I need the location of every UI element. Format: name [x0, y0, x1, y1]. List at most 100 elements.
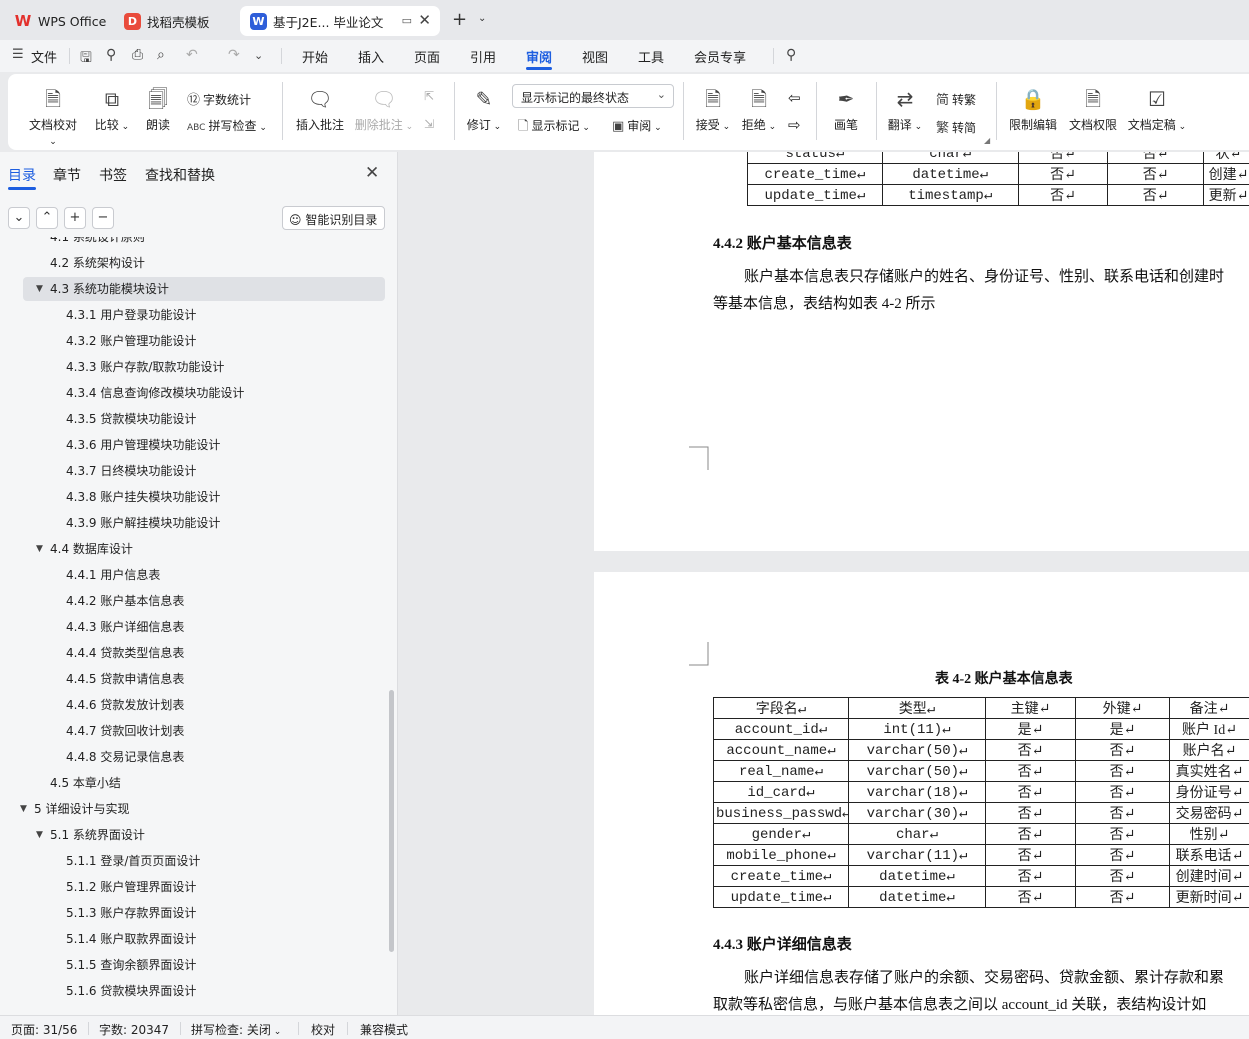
read-aloud-label: 朗读: [145, 118, 170, 132]
doc-check-label: 文档校对: [28, 118, 77, 132]
print-icon[interactable]: ⎙: [132, 47, 143, 63]
menu-tools[interactable]: 工具: [638, 47, 664, 66]
new-tab-icon[interactable]: +: [452, 9, 467, 30]
table-cell: 备注↵: [1169, 697, 1249, 719]
expand-arrow-icon[interactable]: ▼: [36, 537, 43, 561]
toc-item-label: 5.1.4 账户取款界面设计: [66, 932, 197, 946]
show-markup-icon: 🗋: [518, 119, 529, 134]
table-cell: varchar(30)↵: [848, 802, 986, 824]
menu-view[interactable]: 视图: [582, 47, 608, 66]
word-count-button[interactable]: ⑫ 字数统计: [187, 89, 251, 108]
doc-check-button[interactable]: 🗎 文档校对 ⌄: [24, 84, 82, 147]
show-markup-button[interactable]: 🗋 显示标记 ⌄: [518, 117, 590, 139]
remove-heading-button[interactable]: −: [92, 207, 114, 229]
account-basic-info-table: 字段名↵ 类型↵ 主键↵ 外键↵ 备注↵ account_id↵ int(11)↵ 是↵ 是↵ 账…: [713, 697, 1249, 908]
pen-button[interactable]: ✒ 画笔: [828, 84, 864, 133]
insert-comment-button[interactable]: 🗨 插入批注: [294, 84, 346, 133]
collapse-all-button[interactable]: ⌄: [8, 207, 30, 229]
toc-item-label: 4.4.5 贷款申请信息表: [66, 672, 185, 686]
nav-tab-bookmarks[interactable]: 书签: [99, 165, 127, 185]
window-restore-icon[interactable]: ▭: [402, 14, 412, 27]
divider: [282, 82, 283, 140]
document-page: status↵ char↵ 否↵ 否↵ 状↵ create_time↵ datetime↵ 否…: [594, 152, 1249, 551]
next-comment-icon[interactable]: ⇲: [424, 117, 434, 131]
chevron-down-icon[interactable]: ⌄: [478, 13, 486, 24]
toc-item-label: 5.1.6 贷款模块界面设计: [66, 984, 197, 998]
delete-comment-label: 删除批注: [354, 118, 403, 132]
proofread-status[interactable]: 校对: [311, 1021, 335, 1038]
tab-label: WPS Office: [38, 13, 107, 29]
divider: [454, 82, 455, 140]
table-cell: 否↵: [985, 739, 1076, 761]
menu-page[interactable]: 页面: [414, 47, 440, 66]
tab-document[interactable]: W 基于J2E... 毕业论文 ▭ ✕: [240, 6, 440, 36]
tab-docer-templates[interactable]: D 找稻壳模板: [114, 6, 236, 36]
toc-item[interactable]: ▼ 4.3 系统功能模块设计: [23, 277, 385, 301]
to-simplified-button[interactable]: 繁转简: [936, 117, 976, 136]
read-aloud-button[interactable]: 🗐 朗读: [142, 84, 174, 133]
divider: [281, 48, 282, 64]
nav-tab-find-replace[interactable]: 查找和替换: [145, 165, 215, 185]
hamburger-icon[interactable]: ☰: [12, 47, 24, 62]
restrict-edit-label: 限制编辑: [1008, 118, 1057, 132]
close-pane-icon[interactable]: ✕: [365, 163, 379, 183]
reject-button[interactable]: 🗎 拒绝 ⌄: [740, 84, 778, 133]
tab-wps-office[interactable]: W WPS Office: [4, 6, 110, 36]
reject-icon: 🗎: [750, 87, 768, 111]
translate-button[interactable]: ⇄ 翻译 ⌄: [886, 84, 924, 133]
save-icon[interactable]: 🖫: [80, 47, 92, 71]
table-row: id_card↵ varchar(18)↵ 否↵ 否↵ 身份证号↵: [713, 781, 1249, 803]
review-pane-button[interactable]: ▣ 审阅 ⌄: [612, 117, 662, 134]
page-indicator[interactable]: 页面: 31/56: [11, 1021, 77, 1038]
add-heading-button[interactable]: +: [64, 207, 86, 229]
word-count-status[interactable]: 字数: 20347: [99, 1021, 169, 1038]
doc-permission-button[interactable]: 🗎 文档权限: [1066, 84, 1120, 133]
menu-start[interactable]: 开始: [302, 47, 328, 66]
expand-arrow-icon[interactable]: ▼: [36, 823, 43, 847]
expand-arrow-icon[interactable]: ▼: [20, 797, 27, 821]
table-cell: 状↵: [1202, 152, 1249, 164]
search-icon[interactable]: ⚲: [786, 47, 796, 63]
restrict-edit-button[interactable]: 🔒 限制编辑: [1006, 84, 1060, 133]
wps-logo-icon: W: [14, 12, 32, 30]
toc-item-label: 5 详细设计与实现: [34, 802, 130, 816]
table-cell: real_name↵: [713, 760, 849, 782]
menu-bar: ☰ 文件 🖫 ⚲ ⎙ ⌕ ↶ ↷ ⌄ 开始 插入 页面 引用 审阅 视图 工具 …: [0, 40, 1249, 72]
menu-insert[interactable]: 插入: [358, 47, 384, 66]
finalize-button[interactable]: ☑ 文档定稿 ⌄: [1126, 84, 1188, 133]
menu-reference[interactable]: 引用: [470, 47, 496, 66]
more-chevron-icon[interactable]: ⌄: [254, 49, 263, 62]
nav-tab-chapters[interactable]: 章节: [53, 165, 81, 185]
move-up-button[interactable]: ⌃: [36, 207, 58, 229]
menu-file[interactable]: 文件: [31, 47, 57, 66]
spell-check-button[interactable]: ABC 拼写检查 ⌄: [187, 117, 267, 134]
tab-label: 找稻壳模板: [147, 14, 210, 30]
smart-toc-button[interactable]: ☺ 智能识别目录: [282, 206, 385, 230]
prev-change-icon[interactable]: ⇦: [788, 89, 801, 107]
menu-member[interactable]: 会员专享: [694, 47, 746, 66]
toc-item-label: 4.2 系统架构设计: [50, 256, 145, 270]
table-cell: 否↵: [985, 823, 1076, 845]
expand-arrow-icon[interactable]: ▼: [36, 277, 43, 301]
to-traditional-button[interactable]: 简转繁: [936, 89, 976, 108]
table-row: create_time↵ datetime↵ 否↵ 否↵ 创建↵: [747, 163, 1249, 185]
prev-comment-icon[interactable]: ⇱: [424, 89, 434, 103]
close-tab-icon[interactable]: ✕: [418, 11, 431, 29]
menu-review[interactable]: 审阅: [526, 47, 552, 66]
next-change-icon[interactable]: ⇨: [788, 116, 801, 134]
track-changes-button[interactable]: ✎ 修订 ⌄: [464, 84, 504, 133]
compare-button[interactable]: ⧉ 比较 ⌄: [92, 84, 132, 133]
accept-button[interactable]: 🗎 接受 ⌄: [694, 84, 732, 133]
toc-item-label: 4.3.9 账户解挂模块功能设计: [66, 516, 221, 530]
toc-scrollbar[interactable]: [389, 690, 394, 952]
redo-icon[interactable]: ↷: [228, 47, 240, 63]
nav-tab-toc[interactable]: 目录: [8, 165, 36, 185]
spell-check-status[interactable]: 拼写检查: 关闭 ⌄: [191, 1021, 281, 1038]
markup-state-select[interactable]: 显示标记的最终状态 ⌄: [512, 84, 674, 108]
share-icon[interactable]: ⚲: [106, 47, 116, 63]
dialog-launcher-icon[interactable]: ◢: [984, 136, 990, 145]
print-preview-icon[interactable]: ⌕: [157, 47, 165, 63]
track-changes-icon: ✎: [475, 87, 493, 111]
delete-comment-button[interactable]: 🗨 删除批注 ⌄: [354, 84, 414, 133]
undo-icon[interactable]: ↶: [186, 47, 198, 63]
